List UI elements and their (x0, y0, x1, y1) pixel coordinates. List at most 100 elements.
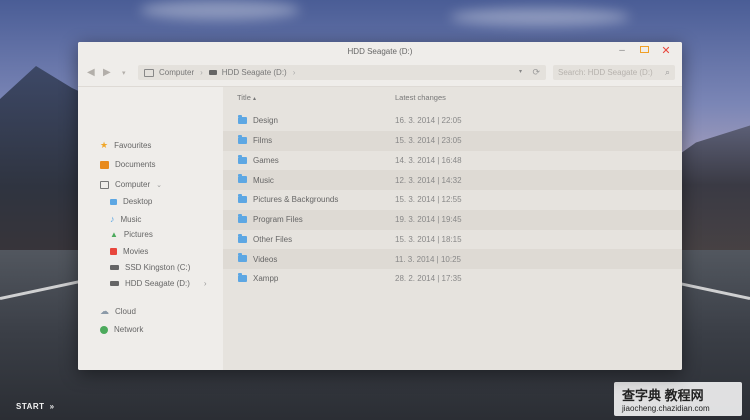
maximize-button[interactable] (638, 45, 650, 57)
table-row[interactable]: Music 12. 3. 2014 | 14:32 (223, 170, 682, 190)
column-date-header[interactable]: Latest changes (395, 93, 446, 102)
sidebar-item-computer[interactable]: Computer ⌄ (100, 180, 162, 189)
breadcrumb-label: HDD Seagate (D:) (221, 68, 287, 77)
computer-icon (144, 68, 154, 77)
star-icon: ★ (100, 140, 109, 150)
minimize-button[interactable]: – (616, 45, 628, 57)
sidebar-item-music[interactable]: ♪ Music (110, 214, 141, 224)
file-date: 14. 3. 2014 | 16:48 (395, 155, 462, 165)
start-label: START (16, 402, 45, 411)
sidebar-item-ssd[interactable]: SSD Kingston (C:) (110, 263, 190, 272)
chevron-right-icon: » (49, 402, 55, 411)
folder-icon (238, 213, 247, 223)
file-date: 15. 3. 2014 | 12:55 (395, 195, 462, 205)
drive-icon (110, 281, 119, 286)
drive-icon (110, 265, 119, 270)
column-title-header[interactable]: Title ▴ (237, 93, 256, 102)
breadcrumb-item-hdd[interactable]: HDD Seagate (D:) (203, 68, 293, 77)
sidebar-item-documents[interactable]: Documents (100, 160, 155, 169)
forward-button[interactable]: ▶ (103, 67, 111, 78)
folder-icon (238, 174, 247, 184)
folder-icon (238, 134, 247, 144)
sidebar-item-movies[interactable]: Movies (110, 247, 148, 256)
sidebar-item-network[interactable]: Network (100, 325, 143, 334)
sidebar-item-label: Favourites (114, 141, 152, 150)
file-name: Videos (253, 254, 278, 264)
sidebar-item-label: Movies (123, 247, 149, 256)
chevron-right-icon: › (292, 68, 296, 77)
table-row[interactable]: Games 14. 3. 2014 | 16:48 (223, 151, 682, 171)
sort-up-icon: ▴ (252, 96, 256, 102)
sidebar-item-label: Desktop (123, 197, 153, 206)
file-name: Other Files (253, 234, 293, 244)
breadcrumb-label: Computer (159, 68, 195, 77)
folder-icon (238, 194, 247, 203)
sidebar-item-label: Music (120, 214, 142, 224)
file-date: 16. 3. 2014 | 22:05 (395, 116, 462, 126)
movies-icon (110, 248, 117, 255)
file-name: Games (253, 155, 279, 165)
table-row[interactable]: Pictures & Backgrounds 15. 3. 2014 | 12:5… (223, 190, 682, 210)
file-date: 11. 3. 2014 | 10:25 (395, 254, 461, 264)
file-name: Design (253, 116, 278, 126)
sidebar-item-pictures[interactable]: ▲ Pictures (110, 230, 153, 239)
folder-icon (238, 154, 247, 164)
column-title-label: Title (237, 93, 251, 102)
file-date: 12. 3. 2014 | 14:32 (395, 175, 462, 185)
table-row[interactable]: Videos 11. 3. 2014 | 10:25 (223, 249, 682, 269)
chevron-down-icon[interactable]: ⌄ (156, 181, 162, 189)
file-date: 15. 3. 2014 | 23:05 (395, 136, 462, 146)
back-button[interactable]: ◀ (87, 67, 95, 78)
breadcrumb-item-computer[interactable]: Computer (138, 68, 200, 77)
watermark-url: jiaocheng.chazidian.com (622, 404, 710, 413)
sidebar-item-label: Network (114, 325, 144, 334)
watermark-logo: 查字典 教程网 jiaocheng.chazidian.com (614, 382, 742, 416)
close-button[interactable]: ✕ (660, 45, 672, 57)
path-dropdown-icon[interactable]: ▾ (519, 68, 522, 75)
sidebar-item-label: SSD Kingston (C:) (125, 263, 191, 272)
search-icon[interactable]: ⌕ (665, 67, 670, 78)
sidebar-item-favourites[interactable]: ★ Favourites (100, 140, 151, 151)
folder-icon (238, 253, 247, 263)
watermark-text: 查字典 教程网 (622, 388, 704, 403)
sky-cloud (450, 8, 630, 26)
sidebar-item-label: HDD Seagate (D:) (125, 279, 190, 288)
file-manager-window: HDD Seagate (D:) – ✕ ◀ ▶ ▾ Computer › HD… (78, 42, 682, 370)
sidebar-item-label: Computer (115, 180, 151, 189)
file-name: Program Files (253, 215, 303, 225)
table-row[interactable]: Xampp 28. 2. 2014 | 17:35 (223, 269, 682, 289)
folder-icon (100, 160, 109, 169)
sky-cloud (140, 0, 300, 20)
file-name: Films (253, 136, 273, 146)
column-header: Title ▴ Latest changes (223, 87, 682, 105)
toolbar: ◀ ▶ ▾ Computer › HDD Seagate (D:) › ▾ ⟳ … (78, 60, 682, 87)
refresh-icon[interactable]: ⟳ (532, 67, 540, 78)
cloud-icon: ☁ (100, 306, 109, 316)
sidebar-item-cloud[interactable]: ☁ Cloud (100, 306, 136, 317)
file-name: Music (253, 175, 274, 185)
sidebar-item-hdd[interactable]: HDD Seagate (D:) › (110, 279, 207, 288)
sidebar-item-label: Pictures (123, 230, 153, 239)
search-input[interactable] (553, 65, 663, 80)
desktop-icon (110, 198, 117, 205)
file-name: Pictures & Backgrounds (253, 195, 339, 205)
table-row[interactable]: Design 16. 3. 2014 | 22:05 (223, 111, 682, 131)
chevron-right-icon[interactable]: › (204, 279, 207, 288)
computer-icon (100, 180, 109, 189)
folder-icon (238, 273, 247, 282)
titlebar[interactable]: HDD Seagate (D:) – ✕ (78, 42, 682, 60)
table-row[interactable]: Other Files 15. 3. 2014 | 18:15 (223, 230, 682, 250)
table-row[interactable]: Program Files 19. 3. 2014 | 19:45 (223, 209, 682, 230)
drive-icon (208, 70, 217, 75)
pictures-icon: ▲ (110, 230, 118, 239)
sidebar-item-desktop[interactable]: Desktop (110, 197, 152, 206)
folder-icon (238, 115, 247, 124)
history-dropdown-icon[interactable]: ▾ (122, 69, 126, 77)
sidebar-item-label: Documents (115, 160, 156, 169)
music-icon: ♪ (110, 214, 115, 224)
file-date: 15. 3. 2014 | 18:15 (395, 234, 462, 244)
sidebar: ★ Favourites Documents Computer ⌄ Deskto… (78, 87, 223, 370)
file-date: 28. 2. 2014 | 17:35 (395, 274, 462, 284)
table-row[interactable]: Films 15. 3. 2014 | 23:05 (223, 130, 682, 151)
start-button[interactable]: START » (16, 402, 55, 411)
